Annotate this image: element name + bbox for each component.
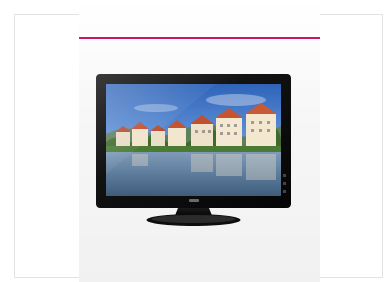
monitor-product-image[interactable] [96,74,291,227]
monitor-stand [146,208,241,226]
monitor-screen [106,84,281,196]
brand-logo-icon [189,199,199,202]
accent-divider [79,37,320,39]
power-button-icon [283,174,286,177]
